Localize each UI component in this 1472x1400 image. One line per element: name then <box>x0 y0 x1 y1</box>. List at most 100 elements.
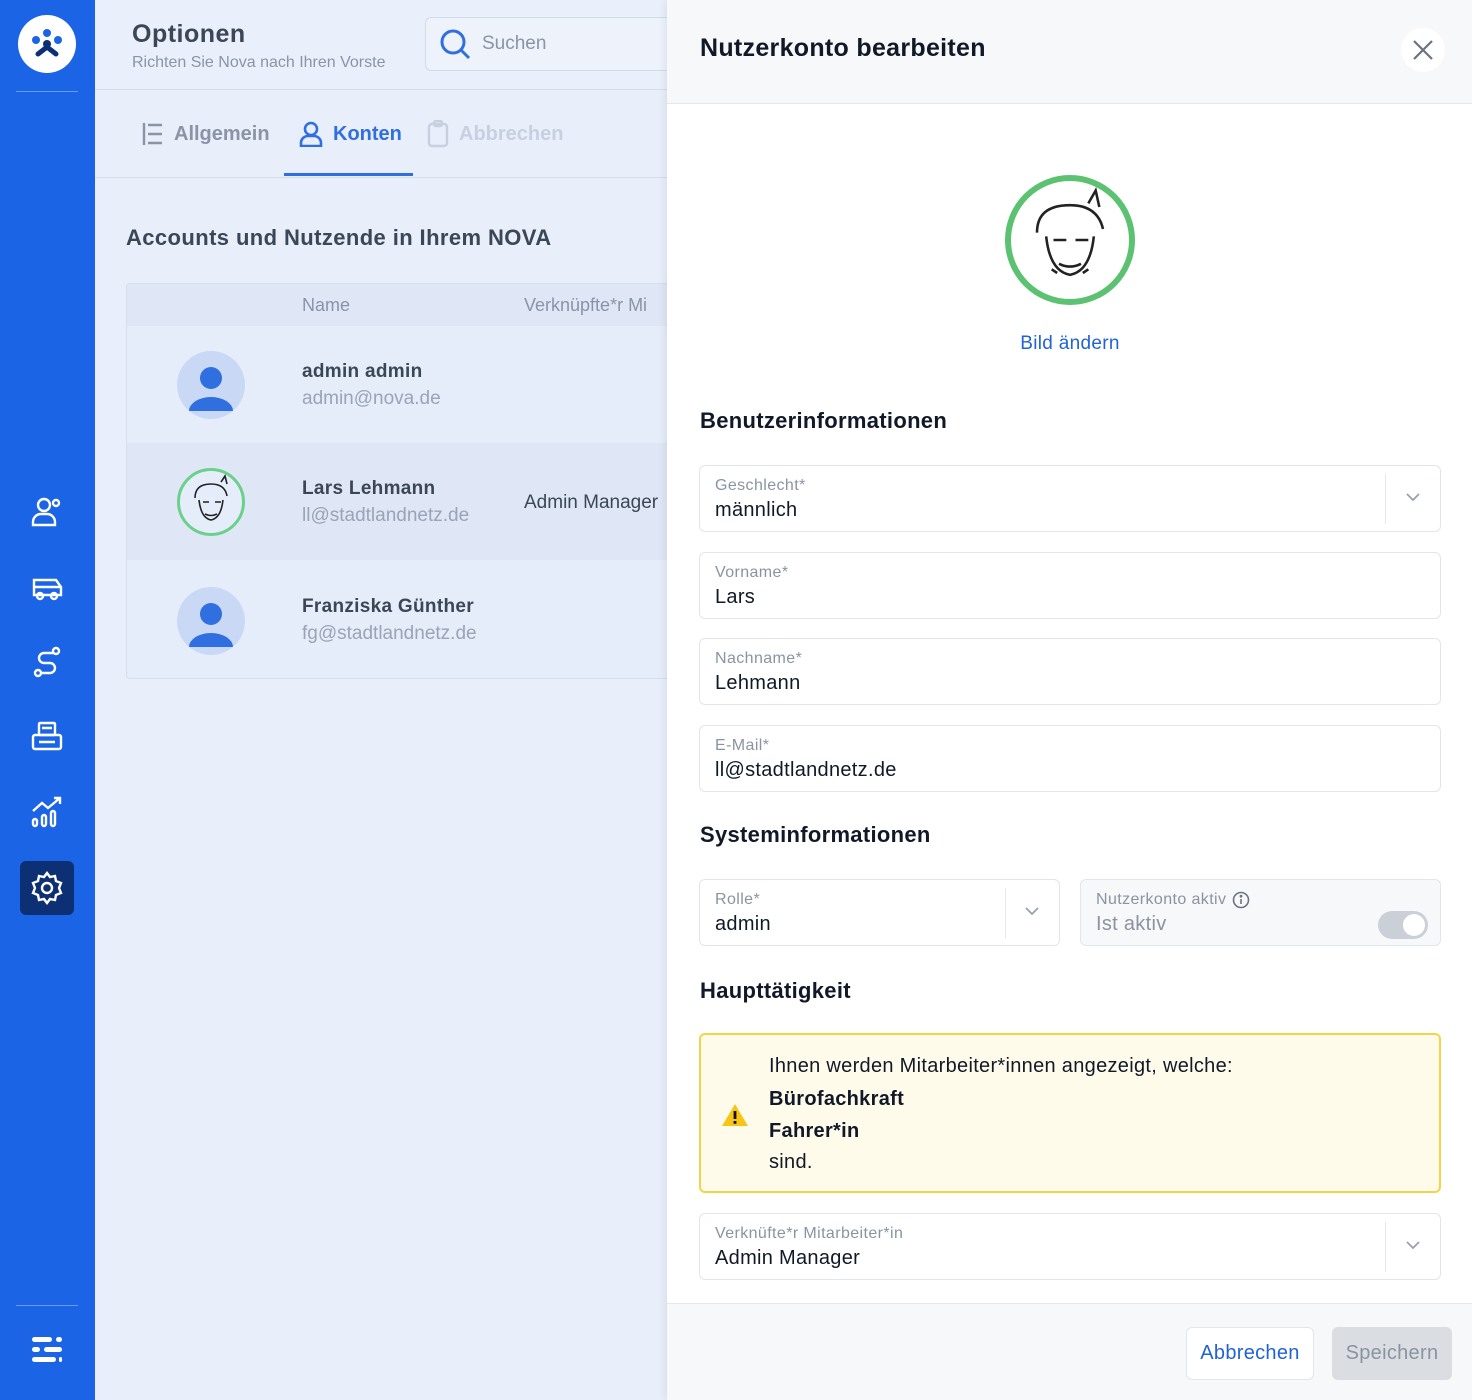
route-icon <box>33 646 61 678</box>
user-info-heading: Benutzerinformationen <box>700 408 948 433</box>
gear-icon <box>31 871 63 905</box>
tab-allgemein[interactable]: Allgemein <box>142 90 270 178</box>
table-header: Name Verknüpfte*r Mi <box>127 284 725 326</box>
table-row[interactable]: admin admin admin@nova.de <box>127 326 725 443</box>
alert-item: Bürofachkraft <box>769 1088 905 1110</box>
panel-header: Nutzerkonto bearbeiten <box>667 0 1472 104</box>
chevron-down-icon <box>1406 1241 1420 1250</box>
users-icon <box>31 497 61 527</box>
statistics-icon <box>31 796 62 828</box>
account-name: admin admin <box>302 361 423 382</box>
default-avatar-icon <box>189 603 233 647</box>
field-label: Rolle* <box>715 891 761 908</box>
list-icon <box>142 123 162 145</box>
gender-select[interactable]: Geschlecht* männlich <box>699 465 1441 532</box>
active-tab-indicator <box>284 173 413 176</box>
default-avatar-icon <box>189 367 233 411</box>
field-label: Nachname* <box>715 650 803 667</box>
save-button[interactable]: Speichern <box>1332 1327 1452 1380</box>
edit-account-panel: Nutzerkonto bearbeiten Bild ändern Benut… <box>667 0 1472 1400</box>
app-logo[interactable] <box>18 15 76 73</box>
account-active-toggle-field: Nutzerkonto aktiv Ist aktiv <box>1080 879 1441 946</box>
account-email: fg@stadtlandnetz.de <box>302 623 477 644</box>
tab-label: Konten <box>333 122 402 145</box>
sidebar-item-routes[interactable] <box>20 635 74 689</box>
firstname-field[interactable]: Vorname* Lars <box>699 552 1441 619</box>
user-icon <box>299 121 323 147</box>
field-value: Admin Manager <box>715 1247 861 1269</box>
alert-outro: sind. <box>769 1151 813 1173</box>
page-title: Optionen <box>132 20 246 48</box>
field-label: Nutzerkonto aktiv <box>1096 891 1227 908</box>
account-name: Lars Lehmann <box>302 478 436 499</box>
illustrated-avatar-icon <box>194 474 228 521</box>
tab-konten[interactable]: Konten <box>299 90 402 178</box>
sidebar <box>0 0 95 1400</box>
field-label: Geschlecht* <box>715 477 806 494</box>
close-button[interactable] <box>1401 28 1445 72</box>
panel-footer: Abbrechen Speichern <box>667 1303 1472 1400</box>
sidebar-item-statistics[interactable] <box>20 785 74 839</box>
field-label: E-Mail* <box>715 737 770 754</box>
printer-icon <box>31 721 63 751</box>
info-icon[interactable] <box>1232 891 1250 909</box>
sliders-icon <box>32 1337 62 1362</box>
table-row[interactable]: Franziska Günther fg@stadtlandnetz.de <box>127 560 725 677</box>
role-select[interactable]: Rolle* admin <box>699 879 1060 946</box>
select-divider <box>1385 474 1386 524</box>
nova-logo-icon <box>32 29 62 57</box>
tab-label: Allgemein <box>174 122 270 145</box>
employee-filter-alert: Ihnen werden Mitarbeiter*innen angezeigt… <box>699 1033 1441 1193</box>
field-label-row: Nutzerkonto aktiv <box>1096 891 1250 909</box>
sidebar-divider <box>16 1305 78 1306</box>
tab-label: Abbrechen <box>459 122 564 145</box>
field-label: Vorname* <box>715 564 789 581</box>
sidebar-item-settings[interactable] <box>20 861 74 915</box>
account-email: admin@nova.de <box>302 388 441 409</box>
sidebar-divider <box>16 91 78 92</box>
sidebar-item-print[interactable] <box>20 710 74 764</box>
sidebar-item-users[interactable] <box>20 485 74 539</box>
select-divider <box>1005 888 1006 938</box>
field-value: männlich <box>715 499 798 521</box>
alert-intro: Ihnen werden Mitarbeiter*innen angezeigt… <box>769 1055 1233 1077</box>
linked-employee-select[interactable]: Verknüfte*r Mitarbeiter*in Admin Manager <box>699 1213 1441 1280</box>
cancel-button[interactable]: Abbrechen <box>1186 1327 1314 1380</box>
account-name: Franziska Günther <box>302 596 474 617</box>
column-header-linked: Verknüpfte*r Mi <box>524 295 648 315</box>
chevron-down-icon <box>1025 907 1039 916</box>
clipboard-icon <box>427 120 449 148</box>
tab-abbrechen[interactable]: Abbrechen <box>427 90 563 178</box>
illustrated-avatar-icon <box>1035 186 1105 277</box>
sidebar-collapse-button[interactable] <box>20 1323 74 1377</box>
field-value: Lehmann <box>715 672 801 694</box>
field-value: admin <box>715 913 771 935</box>
warning-icon <box>722 1104 748 1126</box>
main-activity-heading: Haupttätigkeit <box>700 978 851 1003</box>
page-subtitle: Richten Sie Nova nach Ihren Vorste <box>132 54 386 71</box>
select-divider <box>1385 1222 1386 1272</box>
alert-item: Fahrer*in <box>769 1120 860 1142</box>
account-linked-employee: Admin Manager <box>524 492 659 513</box>
chevron-down-icon <box>1406 493 1420 502</box>
field-value: Ist aktiv <box>1096 913 1167 935</box>
active-toggle[interactable] <box>1378 911 1428 939</box>
avatar <box>177 351 245 419</box>
field-label: Verknüfte*r Mitarbeiter*in <box>715 1225 904 1242</box>
accounts-section-title: Accounts und Nutzende in Ihrem NOVA <box>126 225 552 250</box>
column-header-name: Name <box>302 295 351 315</box>
field-value: Lars <box>715 586 756 608</box>
sidebar-item-vehicles[interactable] <box>20 560 74 614</box>
table-row[interactable]: Lars Lehmann ll@stadtlandnetz.de Admin M… <box>127 443 725 560</box>
close-icon <box>1413 40 1433 60</box>
avatar <box>177 587 245 655</box>
account-email: ll@stadtlandnetz.de <box>302 505 470 526</box>
search-icon <box>440 29 471 60</box>
search-placeholder: Suchen <box>482 33 547 54</box>
system-info-heading: Systeminformationen <box>700 822 931 847</box>
email-field[interactable]: E-Mail* ll@stadtlandnetz.de <box>699 725 1441 792</box>
lastname-field[interactable]: Nachname* Lehmann <box>699 638 1441 705</box>
bus-icon <box>32 578 63 601</box>
panel-title: Nutzerkonto bearbeiten <box>700 34 986 62</box>
change-picture-link[interactable]: Bild ändern <box>985 333 1155 355</box>
